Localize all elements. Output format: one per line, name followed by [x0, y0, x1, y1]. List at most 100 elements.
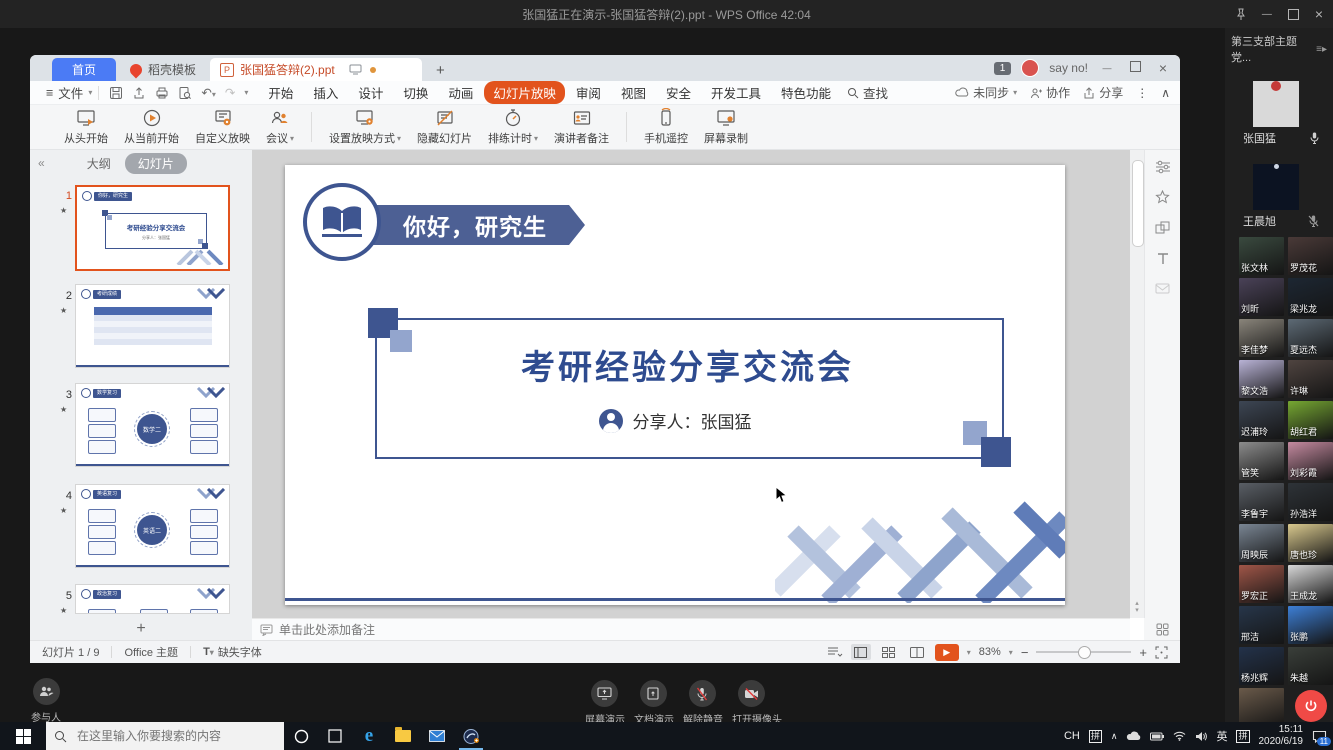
quick-access-more-icon[interactable]: ▾ [244, 88, 248, 97]
control-打开摄像头[interactable]: 打开摄像头 [732, 680, 770, 726]
menu-开发工具[interactable]: 开发工具 [702, 81, 770, 104]
redo-button[interactable]: ↷ [225, 85, 235, 100]
slide-sorter-view-button[interactable] [879, 644, 899, 660]
collapse-panel-icon[interactable]: « [38, 156, 45, 170]
speaker-icon[interactable] [1195, 731, 1207, 742]
ribbon-排练计时[interactable]: 排练计时▾ [480, 106, 546, 148]
collapse-ribbon-icon[interactable]: ∧ [1161, 86, 1170, 100]
normal-view-button[interactable] [851, 644, 871, 660]
tab-home[interactable]: 首页 [52, 58, 116, 81]
participant-tile[interactable]: 管笑 [1239, 442, 1284, 480]
hidden-icons-chevron[interactable]: ∧ [1111, 731, 1118, 742]
notes-toggle-icon[interactable] [827, 646, 843, 658]
ime-mode-indicator[interactable]: CH [1064, 730, 1080, 742]
tab-slides[interactable]: 幻灯片 [125, 153, 187, 174]
ribbon-从头开始[interactable]: 从头开始 [56, 106, 116, 148]
participant-tile[interactable]: 罗茂花 [1288, 237, 1333, 275]
ime-pinyin-icon[interactable]: 拼 [1089, 730, 1102, 743]
account-name[interactable]: say no! [1049, 61, 1088, 75]
participant-tile[interactable]: 夏远杰 [1288, 319, 1333, 357]
vertical-scrollbar[interactable]: ▴▾ [1130, 150, 1144, 618]
participant-tile[interactable]: 梁兆龙 [1288, 278, 1333, 316]
task-view-icon[interactable] [318, 722, 352, 750]
participant-tile[interactable]: 杨兆辉 [1239, 647, 1284, 685]
menu-开始[interactable]: 开始 [259, 81, 302, 104]
featured-participant[interactable]: 王晨旭 [1225, 164, 1333, 229]
pin-icon[interactable] [1236, 8, 1246, 20]
close-window-button[interactable]: × [1315, 6, 1323, 22]
collaborate-button[interactable]: 协作 [1030, 84, 1070, 101]
ribbon-屏幕录制[interactable]: 屏幕录制 [696, 106, 756, 148]
restore-window-button[interactable] [1288, 9, 1299, 20]
participant-tile[interactable]: 刘昕 [1239, 278, 1284, 316]
missing-font-icon[interactable]: T▾ [203, 646, 214, 658]
zoom-caret[interactable]: ▾ [1009, 648, 1013, 657]
participant-tile[interactable]: 王成龙 [1288, 565, 1333, 603]
minimize-window-button[interactable]: — [1262, 9, 1272, 20]
participant-list-toggle-icon[interactable]: ≡▸ [1316, 44, 1327, 55]
menu-特色功能[interactable]: 特色功能 [772, 81, 840, 104]
mail-app-icon[interactable] [420, 722, 454, 750]
menu-安全[interactable]: 安全 [657, 81, 700, 104]
effects-icon[interactable] [1155, 190, 1170, 205]
onedrive-cloud-icon[interactable] [1126, 731, 1141, 741]
tab-outline[interactable]: 大纲 [87, 155, 111, 172]
menu-切换[interactable]: 切换 [394, 81, 437, 104]
slide-canvas[interactable]: 你好，研究生 考研经验分享交流会 分享人：张国猛 [252, 150, 1130, 618]
menu-幻灯片放映[interactable]: 幻灯片放映 [484, 81, 565, 104]
ribbon-自定义放映[interactable]: 自定义放映 [187, 106, 258, 148]
reading-view-button[interactable] [907, 644, 927, 660]
menu-视图[interactable]: 视图 [612, 81, 655, 104]
properties-icon[interactable] [1155, 160, 1171, 174]
current-slide[interactable]: 你好，研究生 考研经验分享交流会 分享人：张国猛 [285, 165, 1065, 605]
more-menu-icon[interactable]: ⋮ [1136, 86, 1148, 100]
meeting-app-icon[interactable] [454, 722, 488, 750]
ime-language-indicator[interactable]: 英 [1216, 728, 1227, 744]
taskbar-search[interactable] [46, 722, 284, 750]
participant-tile[interactable]: 朱越 [1288, 647, 1333, 685]
participant-tile[interactable]: 唐也珍 [1288, 524, 1333, 562]
ribbon-会议[interactable]: 会议▾ [258, 106, 302, 148]
theme-name[interactable]: Office 主题 [124, 644, 178, 660]
scrollbar-arrows[interactable]: ▴▾ [1132, 600, 1142, 614]
participant-tile[interactable]: 胡红君 [1288, 401, 1333, 439]
wps-restore-button[interactable] [1126, 61, 1144, 75]
slide-thumbnail-4[interactable]: 英语复习 英语二 [75, 484, 230, 568]
missing-font-label[interactable]: 缺失字体 [218, 644, 262, 660]
scrollbar-thumb[interactable] [1132, 160, 1144, 247]
wifi-icon[interactable] [1173, 731, 1186, 741]
share-button[interactable]: 分享 [1083, 84, 1123, 101]
file-explorer-icon[interactable] [386, 722, 420, 750]
text-tool-icon[interactable] [1156, 252, 1170, 266]
zoom-slider-knob[interactable] [1078, 646, 1091, 659]
slide-thumbnail-2[interactable]: 考研成绩 [75, 284, 230, 368]
participant-tile[interactable]: 孙浩洋 [1288, 483, 1333, 521]
mail-tool-icon[interactable] [1155, 282, 1170, 295]
notes-bar[interactable]: 单击此处添加备注 [252, 618, 1130, 640]
participant-tile[interactable]: 迟浦玲 [1239, 401, 1284, 439]
featured-participant[interactable]: 张国猛 [1225, 81, 1333, 146]
slide-thumbnail-1[interactable]: 你好，研究生 考研经验分享交流会 分享人：张国猛 [75, 185, 230, 271]
menu-动画[interactable]: 动画 [439, 81, 482, 104]
export-icon[interactable] [132, 86, 146, 100]
participant-tile[interactable]: 刘彩霞 [1288, 442, 1333, 480]
participant-tile[interactable]: 黎文浩 [1239, 360, 1284, 398]
ribbon-设置放映方式[interactable]: 设置放映方式▾ [321, 106, 409, 148]
shapes-icon[interactable] [1155, 221, 1170, 236]
participant-tile[interactable] [1239, 688, 1284, 722]
zoom-in-button[interactable]: + [1139, 645, 1147, 660]
mic-on-icon[interactable] [1310, 132, 1319, 144]
end-meeting-button[interactable] [1295, 690, 1327, 722]
participant-tile[interactable]: 李佳梦 [1239, 319, 1284, 357]
find-button[interactable]: 查找 [847, 83, 888, 102]
sync-status-button[interactable]: 未同步▾ [955, 84, 1017, 101]
ribbon-隐藏幻灯片[interactable]: 隐藏幻灯片 [409, 106, 480, 148]
thumbnail-grid-toggle[interactable] [1144, 618, 1180, 640]
participant-tile[interactable]: 李鲁宇 [1239, 483, 1284, 521]
fit-slide-icon[interactable] [1155, 646, 1168, 659]
save-icon[interactable] [109, 86, 123, 100]
print-icon[interactable] [155, 86, 169, 100]
slide-title[interactable]: 考研经验分享交流会 [375, 340, 1000, 389]
search-input[interactable] [75, 728, 269, 744]
participant-tile[interactable]: 张鹏 [1288, 606, 1333, 644]
